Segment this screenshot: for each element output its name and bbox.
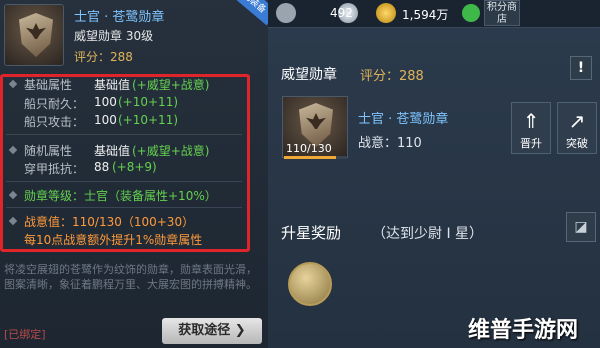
gear-icon[interactable] bbox=[276, 3, 296, 23]
resource-value-1: 492 bbox=[330, 6, 353, 20]
war-spirit-bar-fill bbox=[284, 156, 337, 159]
war-spirit-bar bbox=[284, 156, 346, 159]
item-name: 士官 · 苍鹭勋章 bbox=[74, 10, 165, 25]
random-value-label: 基础值 bbox=[94, 144, 131, 158]
breakthrough-label: 突破 bbox=[566, 137, 588, 150]
war-spirit-line: 战意值：110/130（100+30） bbox=[24, 215, 195, 229]
item-detail-panel: 已装备 士官 · 苍鹭勋章 威望勋章 30级 评分：288 基础属性 基础值 (… bbox=[0, 0, 279, 348]
ship-durability-bonus: (+10+11) bbox=[118, 95, 179, 109]
panel-title: 威望勋章 bbox=[281, 67, 337, 83]
promote-arrow-icon: ⇑ bbox=[522, 109, 540, 133]
add-icon[interactable] bbox=[462, 4, 480, 22]
medal-rank-line: 勋章等级：士官（装备属性+10%） bbox=[24, 189, 217, 203]
base-attr-label: 基础属性 bbox=[24, 78, 73, 92]
armor-resist-bonus: (+8+9) bbox=[112, 160, 157, 174]
bound-tag: [已绑定] bbox=[4, 328, 46, 341]
panel-score: 评分：288 bbox=[360, 69, 424, 84]
ship-attack-bonus: (+10+11) bbox=[118, 113, 179, 127]
armor-resist-base: 88 bbox=[94, 160, 110, 174]
base-value-label: 基础值 bbox=[94, 78, 131, 92]
get-source-button[interactable]: 获取途径 ❯ bbox=[162, 318, 262, 344]
war-spirit-note: 每10点战意额外提升1%勋章属性 bbox=[24, 233, 203, 247]
random-value-formula: (+威望+战意) bbox=[132, 144, 210, 158]
item-score: 评分：288 bbox=[74, 50, 133, 64]
item-type-level: 威望勋章 30级 bbox=[74, 29, 154, 43]
points-shop-button[interactable]: 积分商店 bbox=[484, 0, 520, 26]
ship-attack-base: 100 bbox=[94, 113, 117, 127]
star-expand-icon[interactable]: ◪ bbox=[566, 212, 596, 242]
breakthrough-arrow-icon: ↗ bbox=[568, 109, 586, 133]
ship-durability-label: 船只耐久： bbox=[24, 97, 85, 111]
medal-icon-frame bbox=[4, 4, 64, 66]
promote-label: 晋升 bbox=[520, 137, 542, 150]
gold-coin-icon bbox=[376, 3, 396, 23]
panel-medal-name: 士官 · 苍鹭勋章 bbox=[358, 112, 449, 127]
top-resource-bar: 492 1,594万 bbox=[268, 0, 600, 28]
panel-war-spirit: 战意：110 bbox=[358, 136, 422, 151]
divider bbox=[6, 181, 242, 182]
divider bbox=[6, 134, 242, 135]
armor-resist-label: 穿甲抵抗： bbox=[24, 162, 85, 176]
random-attr-label: 随机属性 bbox=[24, 144, 73, 158]
info-icon[interactable]: ! bbox=[570, 56, 592, 80]
star-reward-title: 升星奖励 bbox=[281, 224, 342, 242]
divider bbox=[6, 207, 242, 208]
star-reward-condition: （达到少尉 I 星） bbox=[372, 226, 484, 242]
watermark: 维普手游网 bbox=[468, 318, 579, 343]
ship-durability-base: 100 bbox=[94, 95, 117, 109]
reward-coin-icon[interactable] bbox=[288, 262, 332, 306]
breakthrough-button[interactable]: ↗ 突破 bbox=[557, 102, 597, 154]
resource-value-2: 1,594万 bbox=[402, 8, 449, 22]
base-value-formula: (+威望+战意) bbox=[132, 78, 210, 92]
promote-button[interactable]: ⇑ 晋升 bbox=[511, 102, 551, 154]
ship-attack-label: 船只攻击： bbox=[24, 115, 85, 129]
war-spirit-fraction: 110/130 bbox=[286, 142, 332, 155]
item-description: 将凌空展翅的苍鹭作为纹饰的勋章，勋章表面光滑，图案清晰，象征着鹏程万里、大展宏图… bbox=[4, 263, 257, 291]
